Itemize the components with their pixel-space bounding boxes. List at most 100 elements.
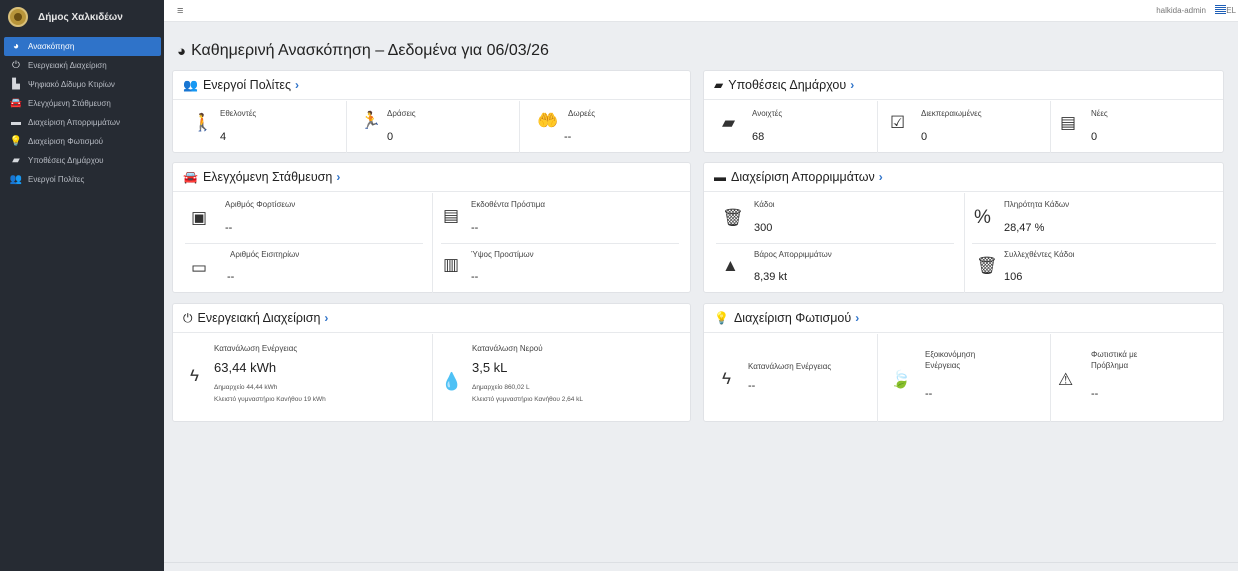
metric-label: Δράσεις — [387, 109, 416, 118]
water-drop-icon: 💧 — [441, 372, 463, 391]
chevron-right-icon[interactable]: › — [295, 78, 299, 92]
card-energy-management: ⏻ Ενεργειακή Διαχείριση › ϟ Κατανάλωση Ε… — [172, 303, 691, 422]
dumpster-icon: ▬ — [11, 117, 21, 128]
car-icon: 🚘 — [183, 170, 198, 184]
sidebar-item-label: Ανασκόπηση — [28, 42, 75, 51]
divider — [519, 101, 520, 153]
metric-detail: Κλειστό γυμναστήριο Κανήθου 2,64 kL — [472, 396, 584, 403]
divider — [877, 101, 878, 153]
chevron-right-icon[interactable]: › — [850, 78, 854, 92]
card-title[interactable]: Διαχείριση Απορριμμάτων — [731, 170, 875, 184]
sidebar-item-1[interactable]: ⏻ Ενεργειακή Διαχείριση — [4, 56, 161, 75]
language-selector[interactable]: EL — [1226, 6, 1236, 15]
list-icon: ▤ — [1060, 113, 1077, 132]
metric-value: 8,39 kt — [754, 271, 788, 283]
chevron-right-icon[interactable]: › — [879, 170, 883, 184]
card-waste-management: ▬ Διαχείριση Απορριμμάτων › 🗑 Κάδοι 300 … — [703, 162, 1224, 293]
chevron-right-icon[interactable]: › — [336, 170, 340, 184]
percent-icon: % — [974, 207, 991, 228]
building-icon: ▙ — [12, 79, 20, 90]
metric-label: Δωρεές — [568, 109, 596, 118]
folder-open-icon: ▰ — [722, 113, 736, 132]
card-header: ⏻ Ενεργειακή Διαχείριση › — [173, 304, 690, 333]
users-icon: 👥 — [183, 78, 198, 92]
card-header: 👥 Ενεργοί Πολίτες › — [173, 71, 690, 100]
metric-value: 68 — [752, 131, 765, 143]
sidebar-item-label: Διαχείριση Απορριμμάτων — [28, 118, 120, 127]
brand[interactable]: Δήμος Χαλκιδέων — [0, 0, 164, 34]
metric-value: 28,47 % — [1004, 222, 1045, 234]
lightbulb-icon: 💡 — [9, 136, 23, 147]
metric-value: 300 — [754, 222, 773, 234]
card-lighting-management: 💡 Διαχείριση Φωτισμού › ϟ Κατανάλωση Ενέ… — [703, 303, 1224, 422]
chevron-right-icon[interactable]: › — [855, 311, 859, 325]
calendar-check-icon: ☑ — [890, 113, 906, 132]
folder-icon: ▰ — [12, 155, 20, 166]
metric-label: Ύψος Προστίμων — [471, 250, 534, 259]
sidebar-item-2[interactable]: ▙ Ψηφιακό Δίδυμο Κτιρίων — [4, 75, 161, 94]
ticket-icon: ▭ — [191, 258, 208, 277]
sidebar-item-7[interactable]: 👥 Ενεργοί Πολίτες — [4, 170, 161, 189]
sidebar-item-0[interactable]: ◕ Ανασκόπηση — [4, 37, 161, 56]
sidebar-item-label: Ψηφιακό Δίδυμο Κτιρίων — [28, 80, 115, 89]
card-title[interactable]: Ελεγχόμενη Στάθμευση — [203, 170, 332, 184]
menu-toggle-icon[interactable]: ≡ — [177, 5, 183, 17]
metric-value: 0 — [921, 131, 928, 143]
metric-label: Βάρος Απορριμμάτων — [754, 250, 832, 259]
weight-icon: ▲ — [722, 256, 739, 275]
card-title[interactable]: Ενεργειακή Διαχείριση — [198, 311, 321, 325]
card-mayor-cases: ▰ Υποθέσεις Δημάρχου › ▰ Ανοιχτές 68 ☑ Δ… — [703, 70, 1224, 153]
leaf-icon: 🍃 — [890, 370, 912, 389]
power-icon: ⏻ — [183, 310, 193, 325]
metric-label: Φωτιστικά με — [1091, 350, 1138, 359]
sidebar: Δήμος Χαλκιδέων ◕ Ανασκόπηση ⏻ Ενεργειακή Δ… — [0, 0, 164, 571]
card-header: ▬ Διαχείριση Απορριμμάτων › — [704, 163, 1223, 192]
municipality-logo-icon — [8, 7, 28, 27]
donation-hand-icon: 🤲 — [537, 111, 559, 130]
sidebar-item-label: Ενεργειακή Διαχείριση — [28, 61, 107, 70]
card-title[interactable]: Διαχείριση Φωτισμού — [734, 311, 851, 325]
metric-value: -- — [471, 271, 479, 283]
divider — [441, 243, 679, 244]
metric-label: Αριθμός Φορτίσεων — [225, 200, 296, 209]
sidebar-item-6[interactable]: ▰ Υποθέσεις Δημάρχου — [4, 151, 161, 170]
card-header: 💡 Διαχείριση Φωτισμού › — [704, 304, 1223, 333]
divider — [972, 243, 1216, 244]
sidebar-nav: ◕ Ανασκόπηση ⏻ Ενεργειακή Διαχείριση ▙ Ψηφιακ… — [0, 37, 164, 189]
metric-value: 0 — [1091, 131, 1098, 143]
metric-label: Διεκπεραιωμένες — [921, 109, 982, 118]
metric-value: 0 — [387, 131, 394, 143]
chevron-right-icon[interactable]: › — [324, 311, 328, 325]
trash-icon: 🗑 — [722, 208, 744, 227]
warning-icon: ⚠ — [1058, 370, 1074, 389]
sidebar-item-label: Ενεργοί Πολίτες — [28, 175, 85, 184]
dashboard-icon: ◕ — [12, 41, 20, 52]
card-active-citizens: 👥 Ενεργοί Πολίτες › 🚶 Εθελοντές 4 🏃 Δράσ… — [172, 70, 691, 153]
card-title[interactable]: Υποθέσεις Δημάρχου — [728, 78, 846, 92]
sidebar-item-5[interactable]: 💡 Διαχείριση Φωτισμού — [4, 132, 161, 151]
metric-label: Ανοιχτές — [752, 109, 783, 118]
dumpster-icon: ▬ — [714, 170, 726, 184]
metric-value: -- — [925, 388, 933, 400]
sidebar-item-label: Υποθέσεις Δημάρχου — [28, 156, 104, 165]
card-title[interactable]: Ενεργοί Πολίτες — [203, 78, 291, 92]
card-header: ▰ Υποθέσεις Δημάρχου › — [704, 71, 1223, 100]
divider — [1050, 101, 1051, 153]
metric-value: -- — [748, 380, 756, 392]
lightbulb-icon: 💡 — [714, 311, 729, 325]
card-header: 🚘 Ελεγχόμενη Στάθμευση › — [173, 163, 690, 192]
divider — [346, 101, 347, 153]
greek-flag-icon[interactable] — [1215, 5, 1226, 14]
divider — [1050, 334, 1051, 422]
metric-label: Κατανάλωση Ενέργειας — [748, 362, 832, 371]
bolt-icon: ϟ — [722, 369, 731, 388]
user-menu[interactable]: halkida-admin — [1156, 6, 1206, 15]
dashboard-icon: ◕ — [177, 42, 187, 60]
metric-value: -- — [227, 271, 235, 283]
sidebar-item-label: Ελεγχόμενη Στάθμευση — [28, 99, 111, 108]
sidebar-item-4[interactable]: ▬ Διαχείριση Απορριμμάτων — [4, 113, 161, 132]
sidebar-item-3[interactable]: 🚘 Ελεγχόμενη Στάθμευση — [4, 94, 161, 113]
metric-label: Κάδοι — [754, 200, 775, 209]
divider — [432, 334, 433, 422]
metric-label: Ενέργειας — [925, 361, 961, 370]
